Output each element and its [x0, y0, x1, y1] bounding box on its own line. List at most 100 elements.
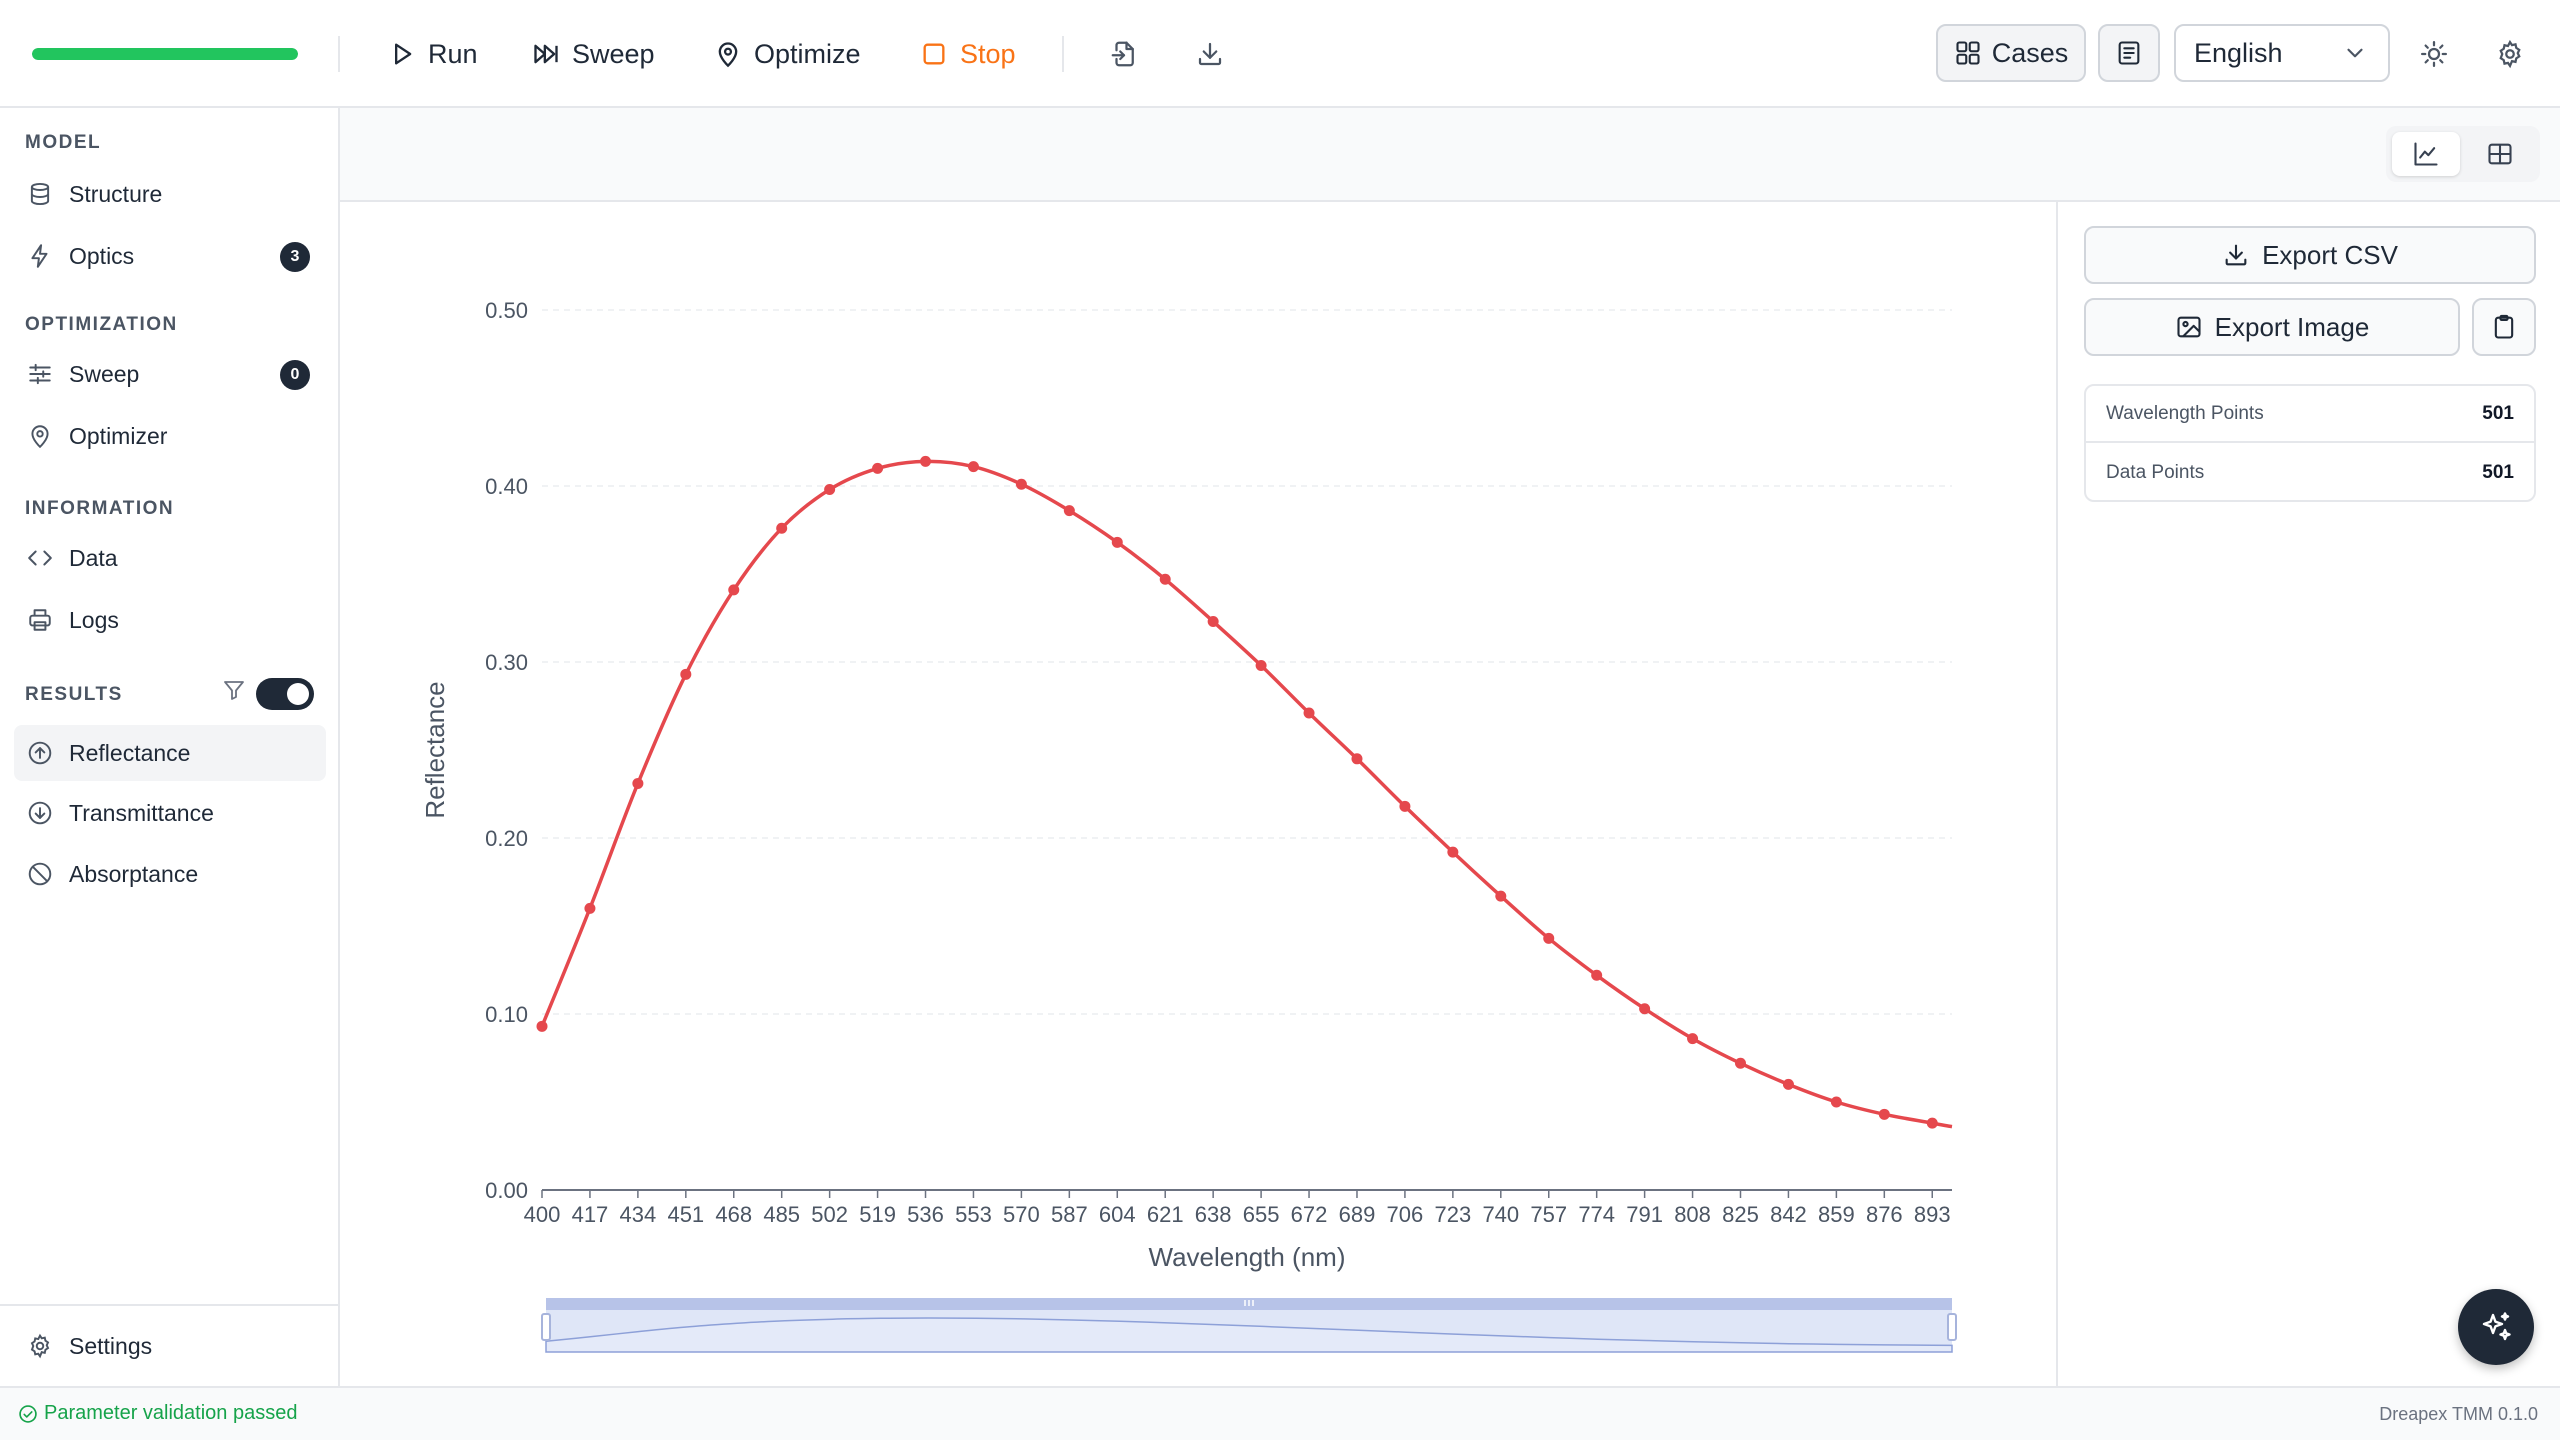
x-tick-label: 842: [1770, 1202, 1807, 1227]
x-tick-label: 434: [620, 1202, 657, 1227]
section-label-information: INFORMATION: [25, 498, 175, 519]
line-chart-icon: [2414, 142, 2438, 166]
arrow-up-circle-icon: [28, 741, 52, 765]
chevron-down-icon: [2347, 48, 2363, 58]
data-point: [1495, 890, 1507, 902]
export-csv-button[interactable]: Export CSV: [2084, 226, 2536, 284]
x-tick-label: 638: [1195, 1202, 1232, 1227]
sidebar-item-label: Absorptance: [69, 860, 199, 887]
table-view-button[interactable]: [2466, 132, 2534, 176]
settings-gear-button[interactable]: [2490, 34, 2530, 74]
stat-value: 501: [2482, 402, 2514, 424]
sidebar-item-label: Logs: [69, 606, 119, 633]
count-badge: 3: [280, 242, 310, 272]
sparkles-icon: [2482, 1312, 2511, 1341]
filter-icon[interactable]: [222, 678, 246, 702]
cases-button[interactable]: Cases: [1936, 24, 2086, 82]
x-tick-label: 893: [1914, 1202, 1951, 1227]
file-import-icon: [1111, 41, 1134, 67]
table-icon: [2488, 143, 2512, 165]
stats-table: Wavelength Points 501 Data Points 501: [2084, 384, 2536, 502]
chart-view-button[interactable]: [2392, 132, 2460, 176]
export-csv-label: Export CSV: [2262, 239, 2398, 270]
x-tick-label: 536: [907, 1202, 944, 1227]
download-icon: [1198, 42, 1222, 66]
stats-row: Wavelength Points 501: [2086, 386, 2534, 443]
x-tick-label: 825: [1722, 1202, 1759, 1227]
data-point: [824, 484, 836, 496]
y-axis-ticks: 0.00 0.10 0.20 0.30 0.40 0.50: [485, 298, 528, 1203]
data-point: [920, 455, 932, 467]
map-pin-icon: [31, 425, 49, 449]
sidebar-item-data[interactable]: Data: [14, 530, 326, 586]
sidebar-item-logs[interactable]: Logs: [14, 592, 326, 648]
x-tick-label: 723: [1435, 1202, 1472, 1227]
data-point: [1303, 707, 1315, 719]
theme-toggle-button[interactable]: [2414, 34, 2454, 74]
y-axis-label: Reflectance: [420, 681, 450, 818]
run-button[interactable]: Run: [388, 30, 478, 78]
sidebar-item-reflectance[interactable]: Reflectance: [14, 725, 326, 781]
data-point: [1591, 969, 1603, 981]
zoom-handle-left[interactable]: [541, 1313, 551, 1341]
sidebar-item-label: Optimizer: [69, 422, 168, 449]
gear-icon: [2499, 39, 2521, 69]
sidebar-item-optics[interactable]: Optics 3: [14, 228, 326, 284]
download-button[interactable]: [1190, 34, 1230, 74]
chart-grid: [542, 309, 1952, 1015]
view-bar: [340, 108, 2560, 202]
sidebar-item-structure[interactable]: Structure: [14, 166, 326, 222]
data-point: [872, 462, 884, 474]
ai-assistant-button[interactable]: [2458, 1289, 2534, 1365]
x-tick-label: 876: [1866, 1202, 1903, 1227]
sidebar-item-transmittance[interactable]: Transmittance: [14, 785, 326, 841]
clipboard-icon: [2494, 314, 2514, 339]
sidebar-item-optimizer[interactable]: Optimizer: [14, 408, 326, 464]
x-tick-label: 791: [1626, 1202, 1663, 1227]
results-toggle[interactable]: [256, 678, 314, 710]
stop-icon: [923, 43, 945, 65]
optimize-button[interactable]: Optimize: [714, 30, 861, 78]
notes-button[interactable]: [2098, 24, 2160, 82]
x-tick-label: 621: [1147, 1202, 1184, 1227]
sidebar-item-absorptance[interactable]: Absorptance: [14, 846, 326, 902]
sidebar-item-sweep[interactable]: Sweep 0: [14, 346, 326, 402]
progress-bar: [32, 48, 298, 60]
data-point: [1351, 753, 1363, 765]
data-point: [1111, 536, 1123, 548]
count-badge: 0: [280, 360, 310, 390]
progress-fill: [32, 48, 298, 60]
cases-label: Cases: [1991, 37, 2069, 68]
copy-clipboard-button[interactable]: [2472, 298, 2536, 356]
zoom-handle-right[interactable]: [1947, 1313, 1957, 1341]
data-point: [536, 1020, 548, 1032]
data-point: [1207, 616, 1219, 628]
y-tick-label: 0.20: [485, 826, 528, 851]
language-value: English: [2194, 37, 2283, 68]
x-tick-label: 553: [955, 1202, 992, 1227]
sidebar-item-settings[interactable]: Settings: [14, 1318, 326, 1374]
sweep-button[interactable]: Sweep: [532, 30, 655, 78]
gear-icon: [30, 1333, 50, 1359]
x-tick-label: 587: [1051, 1202, 1088, 1227]
toggle-knob: [287, 683, 309, 705]
stop-label: Stop: [960, 38, 1016, 69]
results-panel: Export CSV Export Image Wavelength Point…: [2056, 202, 2560, 1386]
x-tick-label: 689: [1339, 1202, 1376, 1227]
data-point: [1543, 932, 1555, 944]
x-tick-label: 604: [1099, 1202, 1136, 1227]
sidebar-divider: [0, 1304, 338, 1306]
x-tick-label: 417: [572, 1202, 609, 1227]
sidebar-item-label: Settings: [69, 1332, 153, 1359]
x-tick-label: 757: [1530, 1202, 1567, 1227]
stop-button[interactable]: Stop: [920, 30, 1016, 78]
import-button[interactable]: [1104, 34, 1144, 74]
data-point: [1063, 505, 1075, 517]
x-tick-label: 485: [763, 1202, 800, 1227]
data-point: [1830, 1096, 1842, 1108]
data-zoom-slider[interactable]: [541, 1298, 1957, 1353]
export-image-button[interactable]: Export Image: [2084, 298, 2460, 356]
map-pin-icon: [718, 42, 738, 68]
data-point: [1926, 1117, 1938, 1129]
language-select[interactable]: English: [2174, 24, 2390, 82]
